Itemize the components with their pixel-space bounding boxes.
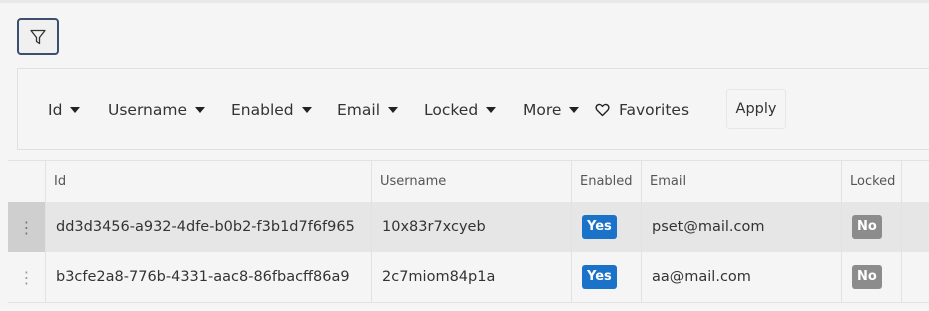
caret-down-icon [569, 107, 580, 113]
filter-funnel-icon [30, 29, 46, 44]
vertical-dots-icon: ⋮ [18, 217, 35, 237]
caret-down-icon [195, 107, 206, 113]
cell-id: dd3d3456-a932-4dfe-b0b2-f3b1d7f6f965 [46, 202, 372, 252]
filter-more-label: More [523, 101, 562, 119]
table-row[interactable]: ⋮ b3cfe2a8-776b-4331-aac8-86fbacff86a9 2… [8, 252, 929, 303]
cell-email: aa@mail.com [642, 252, 842, 302]
cell-enabled: Yes [572, 202, 642, 252]
filter-email-label: Email [337, 101, 381, 119]
column-header-locked[interactable]: Locked [842, 161, 902, 202]
favorites-label: Favorites [619, 101, 690, 119]
filter-id-dropdown[interactable]: Id [48, 99, 81, 121]
filter-locked-label: Locked [424, 101, 479, 119]
caret-down-icon [486, 107, 497, 113]
header-filler-cell [902, 161, 929, 202]
filter-more-dropdown[interactable]: More [523, 99, 580, 121]
filter-locked-dropdown[interactable]: Locked [424, 99, 497, 121]
filter-email-dropdown[interactable]: Email [337, 99, 399, 121]
locked-badge: No [852, 215, 882, 239]
vertical-dots-icon: ⋮ [18, 267, 35, 287]
heart-outline-icon [595, 103, 610, 117]
filter-bar: Id Username Enabled Email Locked More Fa… [17, 68, 929, 150]
row-menu-handle[interactable]: ⋮ [8, 252, 46, 302]
caret-down-icon [388, 107, 399, 113]
row-filler-cell [902, 202, 929, 252]
row-menu-handle[interactable]: ⋮ [8, 202, 46, 252]
cell-email: pset@mail.com [642, 202, 842, 252]
filter-id-label: Id [48, 101, 63, 119]
enabled-badge: Yes [582, 265, 617, 289]
favorites-dropdown[interactable]: Favorites [595, 99, 689, 121]
filter-username-label: Username [108, 101, 188, 119]
header-handle-cell [8, 161, 46, 202]
cell-locked: No [842, 252, 902, 302]
cell-locked: No [842, 202, 902, 252]
table-row[interactable]: ⋮ dd3d3456-a932-4dfe-b0b2-f3b1d7f6f965 1… [8, 202, 929, 253]
column-header-enabled[interactable]: Enabled [572, 161, 642, 202]
data-grid: Id Username Enabled Email Locked ⋮ dd3d3… [8, 160, 929, 311]
column-header-username[interactable]: Username [372, 161, 572, 202]
cell-enabled: Yes [572, 252, 642, 302]
caret-down-icon [70, 107, 81, 113]
filter-enabled-label: Enabled [231, 101, 294, 119]
column-header-id[interactable]: Id [46, 161, 372, 202]
column-header-email[interactable]: Email [642, 161, 842, 202]
filter-username-dropdown[interactable]: Username [108, 99, 206, 121]
cell-id: b3cfe2a8-776b-4331-aac8-86fbacff86a9 [46, 252, 372, 302]
apply-button[interactable]: Apply [726, 89, 786, 129]
locked-badge: No [852, 265, 882, 289]
top-border [0, 0, 929, 3]
row-filler-cell [902, 252, 929, 302]
cell-username: 10x83r7xcyeb [372, 202, 572, 252]
enabled-badge: Yes [582, 215, 617, 239]
cell-username: 2c7miom84p1a [372, 252, 572, 302]
caret-down-icon [301, 107, 312, 113]
filter-enabled-dropdown[interactable]: Enabled [231, 99, 312, 121]
filter-toggle-button[interactable] [17, 18, 59, 55]
